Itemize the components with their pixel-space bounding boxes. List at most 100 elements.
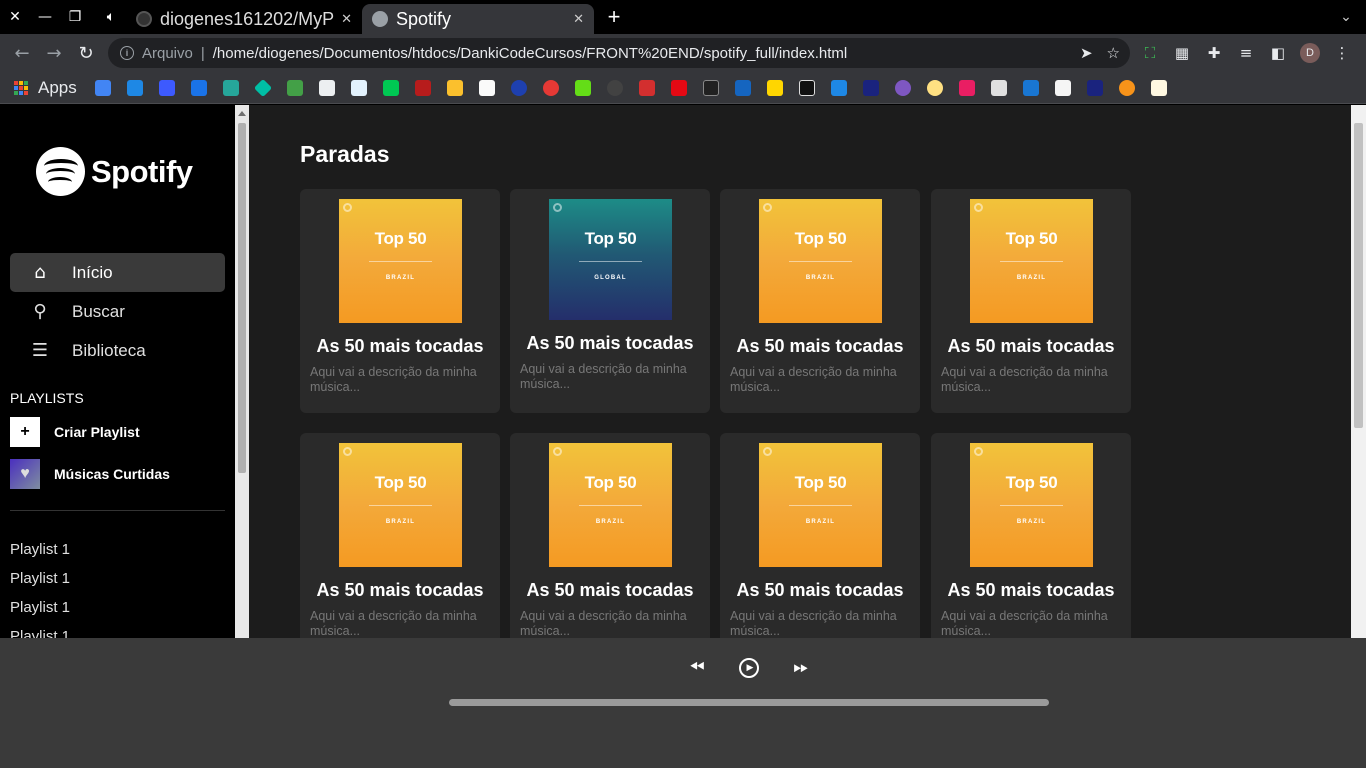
grid-extension-icon[interactable]: ▦ [1172,43,1192,63]
main-scrollbar-thumb[interactable] [1354,123,1363,428]
liked-songs-button[interactable]: ♥ Músicas Curtidas [10,459,170,489]
progress-bar[interactable] [449,699,1049,706]
create-playlist-label: Criar Playlist [54,424,140,440]
close-tab-icon[interactable]: ✕ [341,12,352,27]
playlist-card[interactable]: Top 50 GLOBAL As 50 mais tocadas Aqui vai a… [510,189,710,413]
bookmark-star-icon[interactable]: ☆ [1107,44,1120,62]
media-queue-icon[interactable]: ≡ [1236,43,1256,63]
playlist-item[interactable]: Playlist 1 [10,628,70,638]
address-url[interactable]: /home/diogenes/Documentos/htdocs/DankiCo… [213,45,847,62]
card-title: As 50 mais tocadas [526,333,694,353]
forward-icon[interactable]: → [38,37,70,69]
bookmark-cisco-icon[interactable] [350,79,367,96]
sidebar: Spotify ⌂ Início ⚲ Buscar ☰ Biblioteca P… [0,105,235,638]
profile-avatar[interactable]: D [1300,43,1320,63]
scroll-up-icon[interactable] [238,111,246,116]
bookmark-swirl-icon[interactable] [510,79,527,96]
create-playlist-button[interactable]: + Criar Playlist [10,417,140,447]
card-description: Aqui vai a descrição da minha música... [941,365,1108,394]
sidebar-scrollbar-thumb[interactable] [238,123,246,473]
bookmark-shield-icon[interactable] [414,79,431,96]
bookmark-d-icon[interactable] [766,79,783,96]
menu-item-inicio[interactable]: ⌂ Início [10,253,225,292]
bookmark-cart-icon[interactable] [1086,79,1103,96]
window-restore-icon[interactable]: ❐ [60,0,90,34]
bookmark-hex-icon[interactable] [862,79,879,96]
info-icon[interactable]: i [120,46,134,60]
previous-icon[interactable]: ⏪︎ [686,655,708,679]
playlist-item[interactable]: Playlist 1 [10,599,70,628]
menu-item-buscar[interactable]: ⚲ Buscar [10,292,225,331]
menu-item-biblioteca[interactable]: ☰ Biblioteca [10,331,225,370]
extensions-puzzle-icon[interactable]: ✚ [1204,43,1224,63]
bookmark-github-icon[interactable] [606,79,623,96]
bookmark-doc-icon[interactable] [318,79,335,96]
screenshot-extension-icon[interactable]: ⛶ [1140,43,1160,63]
bookmark-contacts-icon[interactable] [190,79,207,96]
sidebar-scrollbar[interactable] [235,105,249,638]
bookmark-diamond-icon[interactable] [253,78,272,97]
main-scrollbar[interactable] [1351,105,1366,638]
bookmark-classroom2-icon[interactable] [446,79,463,96]
bookmark-site-icon[interactable] [126,79,143,96]
playlist-card[interactable]: Top 50 BRAZIL As 50 mais tocadas Aqui vai a… [931,189,1131,413]
bookmark-badge-icon[interactable] [1054,79,1071,96]
bookmark-note-icon[interactable] [1150,79,1167,96]
playlist-card[interactable]: Top 50 BRAZIL As 50 mais tocadas Aqui vai a… [300,189,500,413]
play-icon[interactable]: ▶ [739,658,759,678]
send-tab-icon[interactable]: ➤ [1080,44,1093,62]
bookmark-h-icon[interactable] [702,79,719,96]
bookmark-arrow-icon[interactable] [798,79,815,96]
playlist-card[interactable]: Top 50 BRAZIL As 50 mais tocadas Aqui vai a… [720,433,920,638]
card-title: As 50 mais tocadas [947,580,1115,600]
cover-title: Top 50 [374,473,427,492]
side-panel-icon[interactable]: ◧ [1268,43,1288,63]
bookmark-translate-icon[interactable] [94,79,111,96]
bookmark-trello-icon[interactable] [830,79,847,96]
reload-icon[interactable]: ↻ [70,37,102,69]
bookmark-infinity-icon[interactable] [158,79,175,96]
bookmark-netflix-icon[interactable] [670,79,687,96]
more-menu-icon[interactable]: ⋮ [1332,43,1352,63]
playlist-item[interactable]: Playlist 1 [10,541,70,570]
playlist-card[interactable]: Top 50 BRAZIL As 50 mais tocadas Aqui vai a… [931,433,1131,638]
playlist-cover: Top 50 GLOBAL [549,199,672,320]
playlist-item[interactable]: Playlist 1 [10,570,70,599]
bookmark-face-icon[interactable] [926,79,943,96]
window-close-icon[interactable]: ✕ [0,0,30,34]
main-menu: ⌂ Início ⚲ Buscar ☰ Biblioteca [10,253,225,370]
bookmark-bug-icon[interactable] [574,79,591,96]
home-icon: ⌂ [34,262,46,283]
playlist-cover: Top 50 BRAZIL [759,199,882,323]
bookmark-classroom-icon[interactable] [222,79,239,96]
tab-title: Spotify [396,8,452,29]
tab-spotify[interactable]: Spotify ✕ [362,4,594,34]
bookmark-f-icon[interactable] [958,79,975,96]
tab-github[interactable]: diogenes161202/MyP ✕ [126,4,362,34]
window-minimize-icon[interactable]: — [30,0,60,34]
bookmark-bitcoin-icon[interactable] [1118,79,1135,96]
audio-icon[interactable]: 🔈︎ [96,0,126,34]
tab-search-icon[interactable]: ⌄ [1326,9,1366,25]
bookmark-g-icon[interactable] [638,79,655,96]
bookmark-check-icon[interactable] [542,79,559,96]
playlist-card[interactable]: Top 50 BRAZIL As 50 mais tocadas Aqui vai a… [720,189,920,413]
back-icon[interactable]: ← [6,37,38,69]
address-bar[interactable]: i Arquivo | /home/diogenes/Documentos/ht… [108,38,1130,68]
bookmark-search-icon[interactable] [990,79,1007,96]
close-tab-icon[interactable]: ✕ [573,12,584,27]
spotify-logo[interactable]: Spotify [36,147,193,196]
bookmark-s-icon[interactable] [734,79,751,96]
bookmark-b-icon[interactable] [1022,79,1039,96]
apps-bookmark[interactable]: Apps [14,78,77,98]
new-tab-button[interactable]: + [594,4,634,30]
bookmark-p-icon[interactable] [382,79,399,96]
playlist-cover: Top 50 BRAZIL [970,199,1093,323]
bookmark-palette-icon[interactable] [286,79,303,96]
playlist-card[interactable]: Top 50 BRAZIL As 50 mais tocadas Aqui vai a… [300,433,500,638]
bookmark-u-icon[interactable] [894,79,911,96]
playlist-cover: Top 50 BRAZIL [549,443,672,567]
next-icon[interactable]: ⏩︎ [790,655,812,679]
playlist-card[interactable]: Top 50 BRAZIL As 50 mais tocadas Aqui vai a… [510,433,710,638]
bookmark-bb-icon[interactable] [478,79,495,96]
